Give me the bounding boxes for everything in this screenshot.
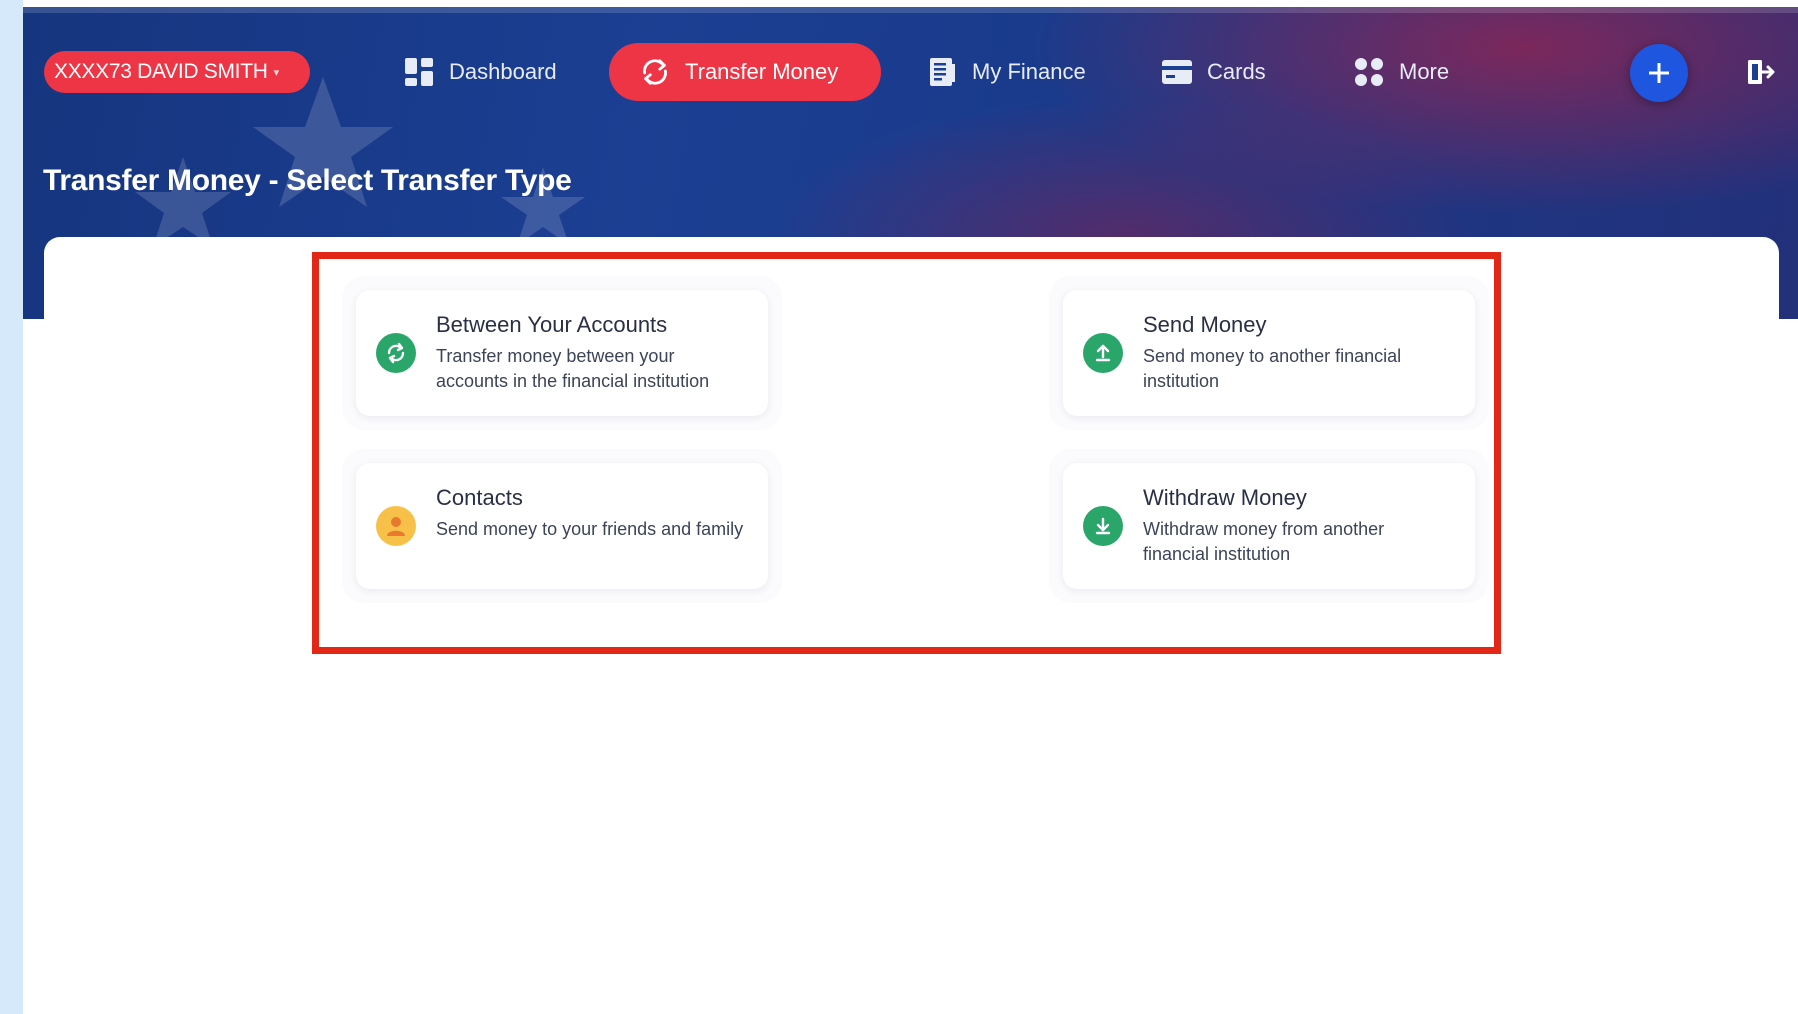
option-card-body[interactable]: Withdraw Money Withdraw money from anoth… xyxy=(1063,463,1475,589)
chevron-down-icon: ▾ xyxy=(273,66,280,79)
option-description: Send money to another financial institut… xyxy=(1143,346,1402,391)
option-title: Between Your Accounts xyxy=(436,312,668,337)
option-title: Withdraw Money xyxy=(1143,485,1307,510)
nav-cards[interactable]: Cards xyxy=(1161,43,1266,101)
nav-more-label: More xyxy=(1399,59,1450,84)
nav-transfer-money-label: Transfer Money xyxy=(685,59,839,84)
option-card-between-accounts[interactable]: Between Your Accounts Transfer money bet… xyxy=(342,276,782,430)
logout-icon xyxy=(1748,60,1775,84)
nav-more[interactable]: More xyxy=(1353,43,1449,101)
option-description: Send money to your friends and family xyxy=(436,519,744,539)
upload-arrow-icon xyxy=(1083,333,1123,373)
option-card-send-money[interactable]: Send Money Send money to another financi… xyxy=(1049,276,1489,430)
nav-transfer-money[interactable]: Transfer Money xyxy=(609,43,881,101)
option-card-contacts[interactable]: Contacts Send money to your friends and … xyxy=(342,449,782,603)
finance-icon xyxy=(926,56,958,88)
option-card-body[interactable]: Contacts Send money to your friends and … xyxy=(356,463,768,589)
nav-cards-label: Cards xyxy=(1207,59,1266,84)
card-icon xyxy=(1161,56,1193,88)
option-title: Contacts xyxy=(436,485,523,510)
option-card-withdraw-money[interactable]: Withdraw Money Withdraw money from anoth… xyxy=(1049,449,1489,603)
page-title: Transfer Money - Select Transfer Type xyxy=(43,164,572,197)
nav-my-finance[interactable]: My Finance xyxy=(926,43,1086,101)
option-card-body[interactable]: Send Money Send money to another financi… xyxy=(1063,290,1475,416)
option-description: Withdraw money from another financial in… xyxy=(1143,519,1385,564)
dashboard-icon xyxy=(403,56,435,88)
nav-dashboard-label: Dashboard xyxy=(449,59,557,84)
account-selector[interactable]: XXXX73 DAVID SMITH ▾ xyxy=(44,51,310,93)
account-label: XXXX73 DAVID SMITH xyxy=(54,60,268,83)
sync-arrows-icon xyxy=(376,333,416,373)
add-button[interactable] xyxy=(1630,44,1688,102)
transfer-icon xyxy=(639,56,671,88)
nav-my-finance-label: My Finance xyxy=(972,59,1086,84)
person-icon xyxy=(376,506,416,546)
option-card-body[interactable]: Between Your Accounts Transfer money bet… xyxy=(356,290,768,416)
nav-dashboard[interactable]: Dashboard xyxy=(403,43,557,101)
download-arrow-icon xyxy=(1083,506,1123,546)
more-grid-icon xyxy=(1353,56,1385,88)
option-title: Send Money xyxy=(1143,312,1267,337)
logout-button[interactable] xyxy=(1745,57,1777,89)
plus-icon xyxy=(1649,63,1669,83)
option-description: Transfer money between your accounts in … xyxy=(436,346,710,391)
app-window: XXXX73 DAVID SMITH ▾ Dashboard Transfer … xyxy=(23,0,1798,1014)
